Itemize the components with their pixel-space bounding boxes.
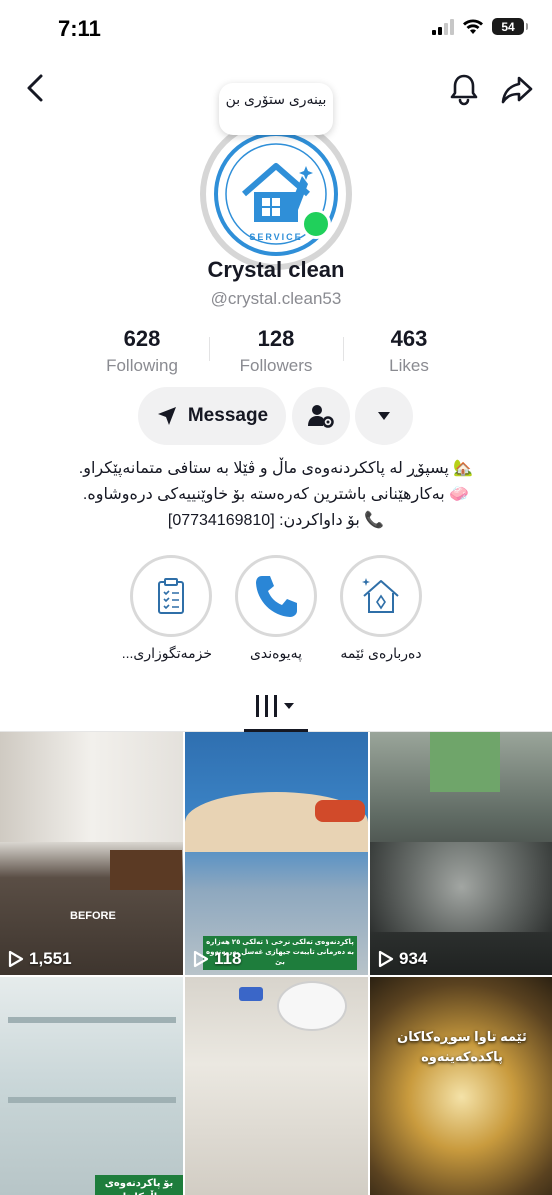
thumbnail-shelf	[8, 1097, 176, 1103]
view-count: 1,551	[8, 949, 72, 969]
thumbnail-wall	[0, 732, 183, 842]
wifi-icon	[463, 19, 483, 34]
stat-likes[interactable]: 463 Likes	[349, 326, 469, 376]
highlight-contact[interactable]: پەیوەندی	[235, 555, 317, 662]
video-thumbnail[interactable]: ئێمە تاوا سوڕەکاکان پاکدەکەینەوە	[370, 977, 552, 1195]
thumbnail-nozzle	[315, 800, 365, 822]
stat-following-value: 628	[123, 326, 161, 351]
follow-settings-button[interactable]	[292, 387, 350, 445]
signal-icon	[432, 18, 454, 35]
stat-followers[interactable]: 128 Followers	[216, 326, 336, 376]
view-count: 934	[378, 949, 427, 969]
video-thumbnail[interactable]: BEFORE 1,551	[0, 732, 183, 975]
highlight-label: دەربارەی ئێمە	[340, 645, 422, 661]
video-thumbnail[interactable]: پاکردنەوەی تەلکی نرخی ١ تەلکی ٢٥ هەزارە …	[185, 732, 368, 975]
video-thumbnail[interactable]: 934	[370, 732, 552, 975]
thumbnail-caption: BEFORE	[70, 910, 116, 922]
thumbnail-caption: ئێمە تاوا سوڕەکاکان پاکدەکەینەوە	[378, 1027, 546, 1067]
battery-icon: 54	[492, 18, 528, 35]
thumbnail-window	[430, 732, 500, 792]
view-count-value: 1,551	[29, 949, 72, 968]
stat-likes-value: 463	[390, 326, 428, 351]
username-handle: @crystal.clean53	[210, 289, 342, 308]
thumbnail-shelf	[8, 1017, 176, 1023]
online-status-dot	[301, 209, 331, 239]
user-settings-icon	[308, 405, 334, 428]
thumbnail-foam	[370, 842, 552, 932]
view-count-value: 118	[214, 949, 242, 968]
back-icon[interactable]	[22, 72, 50, 104]
battery-level: 54	[501, 19, 515, 34]
share-icon[interactable]	[500, 72, 534, 106]
thumbnail-toilet	[277, 981, 347, 1031]
video-thumbnail[interactable]: بۆ پاکردنەوەی ماڵەکانتان	[0, 977, 183, 1195]
story-viewers-bubble[interactable]: بینەری ستۆری بن	[219, 83, 333, 135]
grid-icon	[256, 695, 294, 717]
stat-followers-label: Followers	[239, 356, 313, 375]
clipboard-icon	[158, 578, 184, 614]
more-options-button[interactable]	[355, 387, 413, 445]
caption-line: پاکردنەوەی تەلکی نرخی ١ تەلکی ٢٥ هەزارە	[206, 939, 354, 946]
view-count: 118	[193, 949, 241, 969]
highlight-cover	[235, 555, 317, 637]
stat-following-label: Following	[106, 356, 178, 375]
bio-line: 📞 بۆ داواکردن: [07734169810]	[167, 512, 385, 529]
bio-line: 🧼 بەکارهێنانی باشترین کەرەستە بۆ خاوێنیی…	[82, 486, 470, 503]
thumbnail-bottle	[239, 987, 263, 1001]
message-button[interactable]: Message	[138, 387, 286, 445]
caret-down-icon	[378, 412, 390, 420]
bio-line: 🏡 پسپۆڕ لە پاککردنەوەی ماڵ و ڤێلا بە ستا…	[78, 460, 474, 477]
display-name: Crystal clean	[207, 257, 345, 282]
highlight-cover	[340, 555, 422, 637]
caption-line: پاکدەکەینەوە	[421, 1049, 503, 1064]
highlight-label: خزمەتگوزاری...	[121, 645, 212, 661]
highlight-about[interactable]: دەربارەی ئێمە	[340, 555, 422, 662]
status-icons: 54	[432, 18, 528, 35]
stat-following[interactable]: 628 Following	[82, 326, 202, 376]
status-time: 7:11	[58, 16, 101, 41]
highlight-services[interactable]: خزمەتگوزاری...	[121, 555, 212, 662]
message-button-label: Message	[187, 405, 269, 426]
bell-icon[interactable]	[448, 72, 480, 106]
video-thumbnail[interactable]	[185, 977, 368, 1195]
play-icon	[193, 950, 209, 968]
view-count-value: 934	[399, 949, 428, 968]
highlight-cover	[130, 555, 212, 637]
play-icon	[378, 950, 394, 968]
stat-divider	[343, 337, 344, 361]
caption-line: ئێمە تاوا سوڕەکاکان	[397, 1029, 527, 1044]
status-bar: 7:11 54	[0, 0, 552, 60]
play-icon	[8, 950, 24, 968]
thumbnail-caption: بۆ پاکردنەوەی ماڵەکانتان	[95, 1175, 183, 1195]
stat-likes-label: Likes	[389, 356, 429, 375]
highlight-label: پەیوەندی	[249, 645, 303, 661]
stat-followers-value: 128	[257, 326, 295, 351]
stat-divider	[209, 337, 210, 361]
house-icon	[362, 578, 399, 613]
thumbnail-table	[110, 850, 182, 890]
svg-text:SERVICE: SERVICE	[249, 232, 302, 242]
tab-videos-grid[interactable]	[244, 686, 308, 732]
content-tabs	[0, 680, 552, 732]
phone-icon	[256, 576, 297, 617]
avatar[interactable]: SERVICE	[200, 118, 352, 270]
send-icon	[157, 407, 176, 425]
profile-bio: 🏡 پسپۆڕ لە پاککردنەوەی ماڵ و ڤێلا بە ستا…	[40, 456, 512, 534]
